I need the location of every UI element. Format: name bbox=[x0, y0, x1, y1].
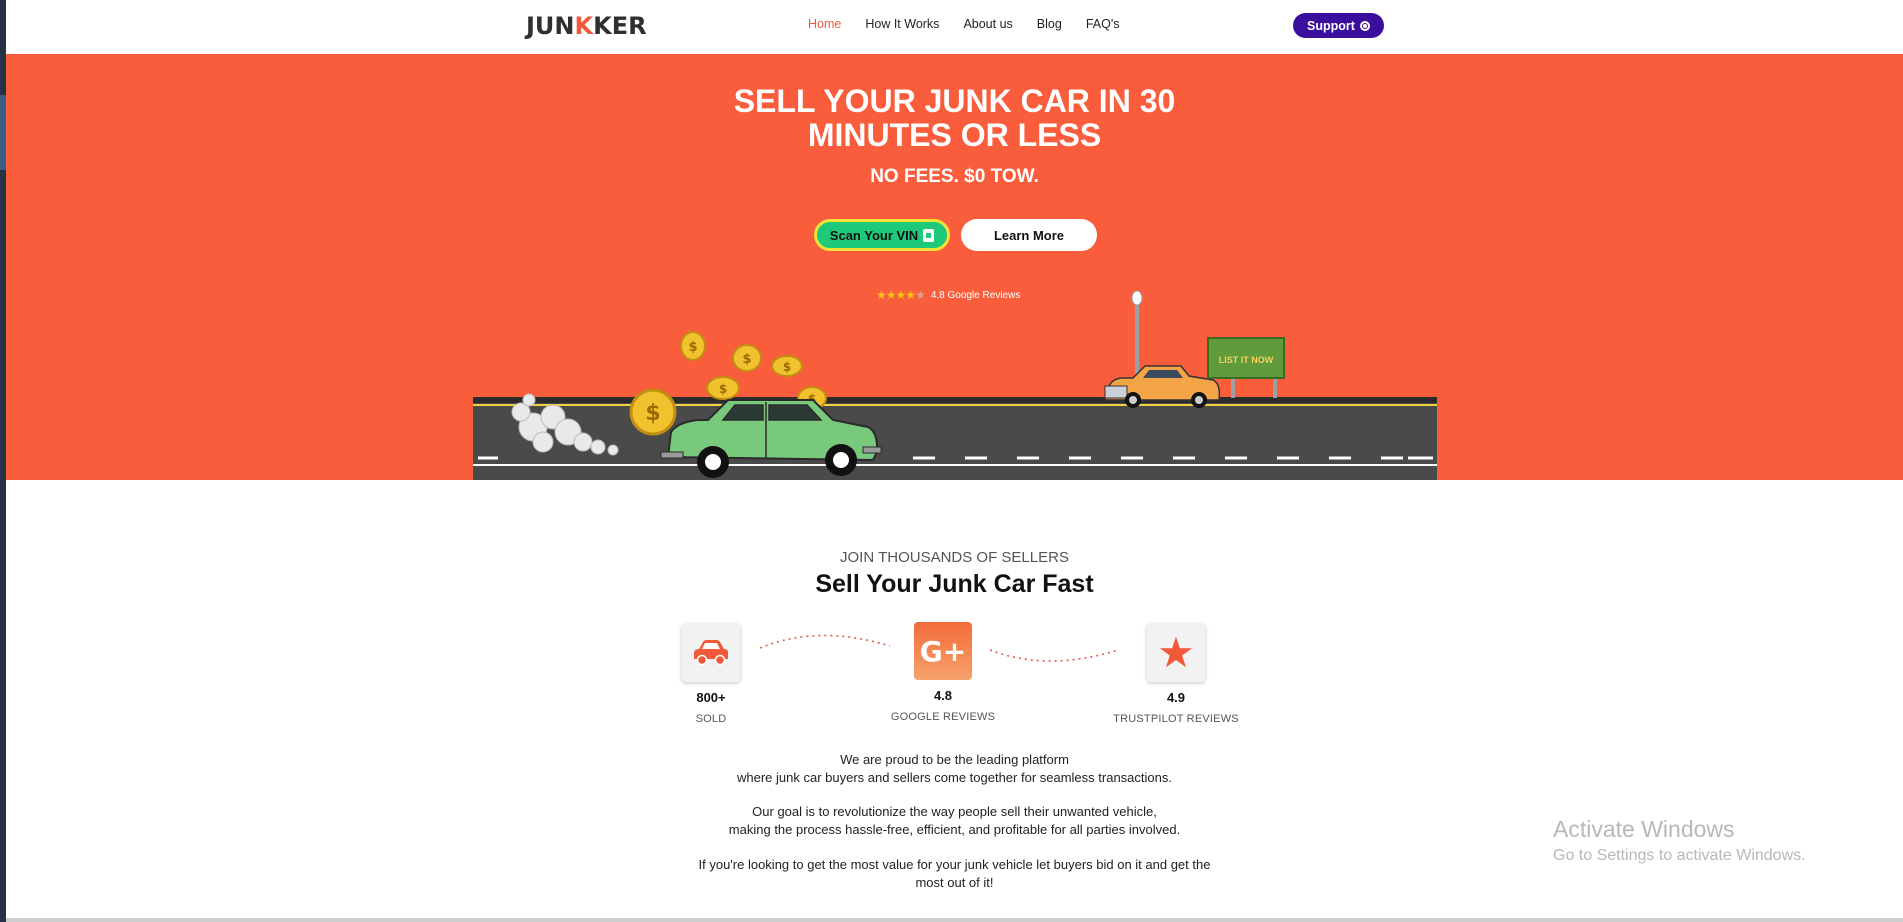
nav-how-it-works[interactable]: How It Works bbox=[865, 17, 939, 31]
svg-text:$: $ bbox=[719, 382, 727, 396]
stat-tile: G+ bbox=[914, 622, 972, 680]
section-title: Sell Your Junk Car Fast bbox=[815, 570, 1094, 598]
about-line: We are proud to be the leading platform bbox=[840, 752, 1069, 767]
nav-home[interactable]: Home bbox=[808, 17, 841, 31]
stat-label: TRUSTPILOT REVIEWS bbox=[1113, 713, 1239, 725]
svg-text:$: $ bbox=[688, 340, 697, 355]
about-line: most out of it! bbox=[915, 875, 994, 890]
stat-tile bbox=[682, 624, 740, 682]
logo-text-prefix: JUN bbox=[526, 12, 575, 40]
about-line: where junk car buyers and sellers come t… bbox=[737, 770, 1172, 785]
hero-title: SELL YOUR JUNK CAR IN 30 MINUTES OR LESS bbox=[6, 84, 1903, 152]
hero-section: SELL YOUR JUNK CAR IN 30 MINUTES OR LESS… bbox=[6, 54, 1903, 480]
car-icon bbox=[694, 640, 728, 666]
junkker-logo[interactable]: JUNKKER bbox=[526, 12, 647, 40]
nav-blog[interactable]: Blog bbox=[1037, 17, 1062, 31]
support-label: Support bbox=[1307, 18, 1355, 33]
google-plus-icon: G+ bbox=[919, 634, 967, 668]
site-header: JUNKKER Home How It Works About us Blog … bbox=[6, 0, 1903, 54]
nav-about-us[interactable]: About us bbox=[963, 17, 1012, 31]
logo-text-suffix: KER bbox=[593, 12, 647, 40]
activate-windows-watermark: Activate Windows Go to Settings to activ… bbox=[1553, 816, 1806, 865]
hero-subtitle: NO FEES. $0 TOW. bbox=[870, 166, 1039, 187]
page: JUNKKER Home How It Works About us Blog … bbox=[6, 0, 1903, 922]
scan-vin-label: Scan Your VIN bbox=[829, 227, 919, 243]
about-paragraph-1: We are proud to be the leading platform … bbox=[6, 751, 1903, 787]
stat-tile: ★ bbox=[1147, 624, 1205, 682]
svg-text:$: $ bbox=[742, 352, 751, 367]
section-kicker: JOIN THOUSANDS OF SELLERS bbox=[840, 549, 1069, 566]
watermark-subtitle: Go to Settings to activate Windows. bbox=[1553, 847, 1806, 864]
bottom-divider bbox=[6, 918, 1903, 922]
learn-more-label: Learn More bbox=[993, 227, 1065, 243]
nav-faqs[interactable]: FAQ's bbox=[1086, 17, 1120, 31]
support-button[interactable]: Support bbox=[1293, 13, 1384, 38]
svg-text:$: $ bbox=[645, 401, 660, 426]
sign-label: LIST IT NOW bbox=[1219, 355, 1274, 365]
hero-title-line2: MINUTES OR LESS bbox=[807, 117, 1102, 153]
logo-text-k: K bbox=[574, 12, 594, 40]
road bbox=[473, 397, 1437, 480]
stat-value: 4.9 bbox=[1166, 690, 1186, 705]
main-nav: Home How It Works About us Blog FAQ's bbox=[808, 17, 1143, 31]
hero-title-line1: SELL YOUR JUNK CAR IN 30 bbox=[733, 83, 1176, 119]
watermark-title: Activate Windows bbox=[1553, 816, 1735, 842]
stat-google-reviews: G+ 4.8 GOOGLE REVIEWS bbox=[868, 622, 1018, 723]
stat-label: SOLD bbox=[695, 713, 727, 725]
stat-value: 4.8 bbox=[933, 688, 953, 703]
stat-value: 800+ bbox=[696, 690, 726, 705]
scan-vin-button[interactable]: Scan Your VIN bbox=[814, 219, 950, 251]
svg-text:$: $ bbox=[783, 360, 791, 374]
support-ring-icon bbox=[1359, 20, 1370, 31]
stat-label: GOOGLE REVIEWS bbox=[890, 711, 996, 723]
learn-more-button[interactable]: Learn More bbox=[961, 219, 1097, 251]
junk-car-road-illustration: $ $ $ $ $ $ bbox=[473, 290, 1437, 480]
scan-icon bbox=[923, 228, 935, 242]
stat-sold: 800+ SOLD bbox=[636, 624, 786, 725]
stat-trustpilot-reviews: ★ 4.9 TRUSTPILOT REVIEWS bbox=[1101, 624, 1251, 725]
star-icon: ★ bbox=[1157, 629, 1195, 676]
